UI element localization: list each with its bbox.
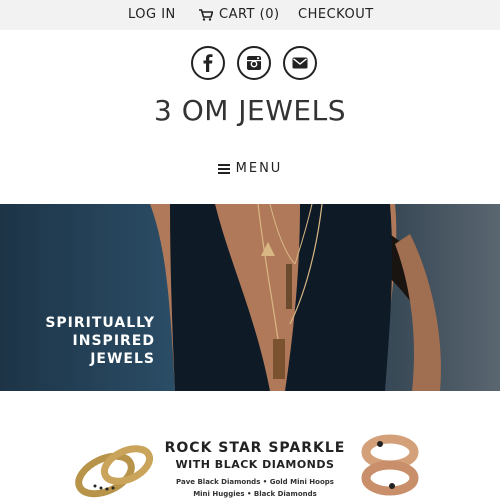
- facebook-link[interactable]: [191, 46, 225, 80]
- hero-banner[interactable]: SPIRITUALLY INSPIRED JEWELS: [0, 204, 500, 391]
- hero-tagline-line2: INSPIRED JEWELS: [72, 333, 155, 367]
- promo-subtitle: WITH BLACK DIAMONDS: [175, 458, 335, 471]
- promo-line-1: Pave Black Diamonds • Gold Mini Hoops: [176, 478, 334, 486]
- hero-tagline: SPIRITUALLY INSPIRED JEWELS: [15, 314, 155, 368]
- cart-icon: [199, 8, 213, 21]
- promo-ring-image-left[interactable]: [65, 430, 165, 500]
- cart-label: CART (0): [219, 7, 280, 22]
- mail-icon: [292, 57, 308, 69]
- mail-link[interactable]: [283, 46, 317, 80]
- facebook-icon: [203, 54, 213, 72]
- login-link[interactable]: LOG IN: [128, 7, 176, 22]
- login-label: LOG IN: [128, 7, 176, 22]
- top-bar: LOG IN CART (0) CHECKOUT: [0, 0, 500, 30]
- site-title[interactable]: 3 OM JEWELS: [0, 94, 500, 127]
- menu-button[interactable]: MENU: [0, 161, 500, 176]
- promo-ring-image-right[interactable]: [350, 430, 430, 500]
- checkout-label: CHECKOUT: [298, 7, 374, 22]
- promo-title: ROCK STAR SPARKLE: [164, 440, 346, 456]
- menu-label: MENU: [235, 161, 283, 176]
- instagram-link[interactable]: [237, 46, 271, 80]
- instagram-icon: [247, 56, 261, 70]
- cart-link[interactable]: CART (0): [199, 7, 280, 22]
- promo-line-2: Mini Huggies • Black Diamonds: [193, 490, 317, 498]
- checkout-link[interactable]: CHECKOUT: [298, 7, 374, 22]
- hamburger-icon: [217, 163, 230, 174]
- hero-tagline-line1: SPIRITUALLY: [45, 315, 155, 331]
- social-links: [191, 46, 317, 80]
